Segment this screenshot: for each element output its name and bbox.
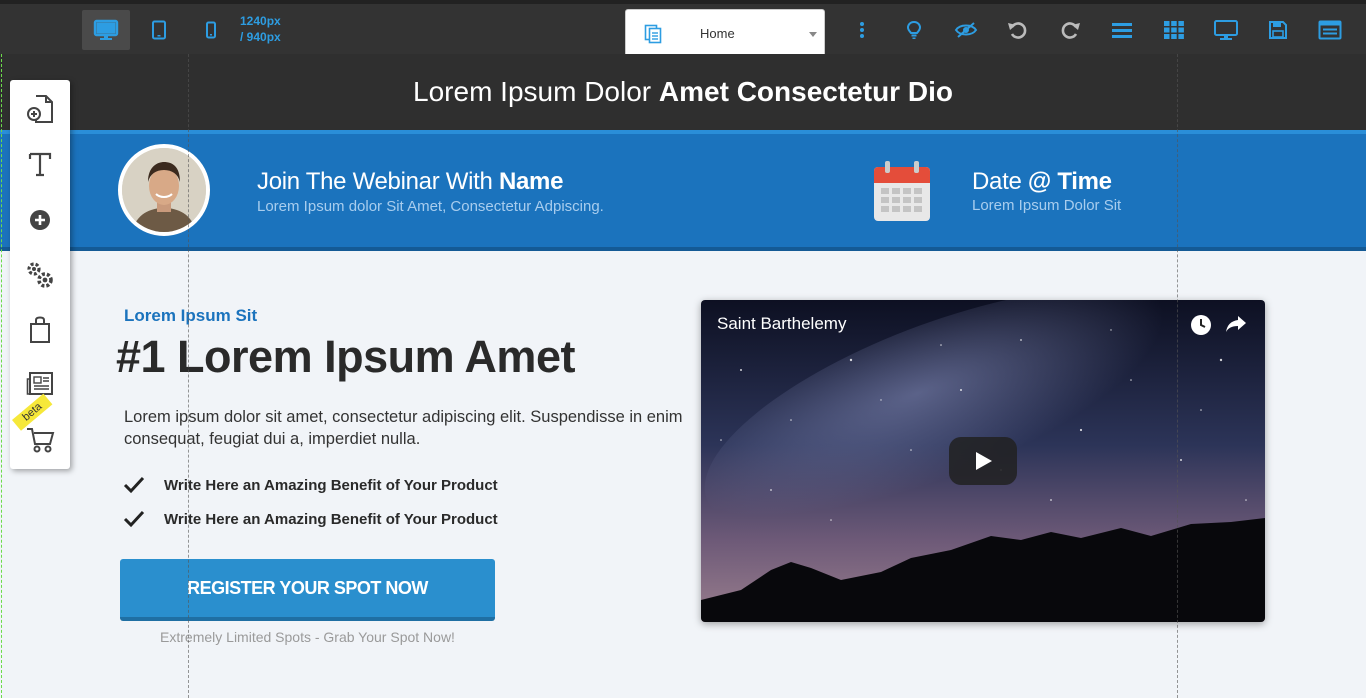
eyebrow-text[interactable]: Lorem Ipsum Sit — [124, 306, 257, 326]
hero-section[interactable]: Lorem Ipsum Sit #1 Lorem Ipsum Amet Lore… — [0, 251, 1366, 698]
headline-section[interactable]: Lorem Ipsum Dolor Amet Consectetur Dio — [0, 54, 1366, 130]
undo-button[interactable] — [994, 10, 1042, 50]
monitor-icon — [1214, 20, 1238, 40]
calendar-icon — [874, 161, 930, 221]
host-title[interactable]: Join The Webinar With Name — [257, 168, 563, 196]
page-select[interactable]: Home — [625, 9, 825, 57]
host-photo — [122, 148, 206, 232]
lightbulb-icon — [906, 20, 922, 39]
gears-icon — [27, 262, 53, 288]
date-subtitle[interactable]: Lorem Ipsum Dolor Sit — [972, 197, 1121, 214]
desktop-view-button[interactable] — [82, 10, 130, 50]
date-time: @ Time — [1027, 168, 1112, 195]
cart-icon — [27, 428, 55, 453]
column-guide-left — [188, 54, 189, 698]
redo-button[interactable] — [1046, 10, 1094, 50]
phone-icon — [206, 21, 216, 39]
editor-toolbar: 1240px / 940px Home — [0, 0, 1366, 57]
register-button[interactable]: REGISTER YOUR SPOT NOW — [120, 559, 495, 621]
benefit-item[interactable]: Write Here an Amazing Benefit of Your Pr… — [122, 508, 542, 530]
canvas-width: 1240px — [240, 14, 281, 28]
benefit-item[interactable]: Write Here an Amazing Benefit of Your Pr… — [122, 474, 542, 496]
vertical-dots-icon — [860, 22, 864, 38]
headline[interactable]: Lorem Ipsum Dolor Amet Consectetur Dio — [413, 76, 953, 108]
save-button[interactable] — [1254, 10, 1302, 50]
grid-icon — [1164, 21, 1184, 39]
page-add-icon — [27, 95, 53, 123]
share-icon[interactable] — [1225, 314, 1247, 334]
products-button[interactable] — [23, 313, 57, 347]
bag-icon — [30, 316, 50, 343]
webinar-info-bar[interactable]: Join The Webinar With Name Lorem Ipsum d… — [0, 130, 1366, 251]
body-text[interactable]: Lorem ipsum dolor sit amet, consectetur … — [124, 406, 684, 450]
text-icon — [28, 152, 52, 177]
sections-button[interactable] — [1098, 10, 1146, 50]
column-guide-right — [1177, 54, 1178, 698]
host-prefix: Join The Webinar With — [257, 168, 499, 195]
host-subtitle[interactable]: Lorem Ipsum dolor Sit Amet, Consectetur … — [257, 198, 604, 215]
eye-icon — [954, 22, 978, 38]
cta-note[interactable]: Extremely Limited Spots - Grab Your Spot… — [120, 629, 495, 645]
redo-icon — [1061, 22, 1080, 39]
newspaper-icon — [26, 372, 53, 395]
main-heading[interactable]: #1 Lorem Ipsum Amet — [116, 331, 575, 383]
mobile-view-button[interactable] — [187, 10, 235, 50]
chevron-down-icon — [809, 32, 817, 37]
checkmark-icon — [123, 510, 145, 528]
canvas-height: / 940px — [240, 30, 281, 44]
headline-bold: Amet Consectetur Dio — [658, 76, 953, 107]
plus-circle-icon — [30, 210, 50, 230]
tips-button[interactable] — [890, 10, 938, 50]
benefit-text: Write Here an Amazing Benefit of Your Pr… — [164, 476, 498, 494]
canvas-size-readout: 1240px / 940px — [240, 13, 281, 45]
play-icon — [976, 452, 992, 470]
tablet-icon — [152, 20, 166, 40]
add-element-button[interactable] — [23, 203, 57, 237]
clock-icon[interactable] — [1190, 314, 1212, 336]
headline-regular: Lorem Ipsum Dolor — [413, 76, 659, 107]
checkmark-icon — [123, 476, 145, 494]
cart-button[interactable] — [23, 423, 57, 457]
save-icon — [1269, 21, 1287, 39]
benefit-text: Write Here an Amazing Benefit of Your Pr… — [164, 510, 498, 528]
grid-button[interactable] — [1150, 10, 1198, 50]
date-title[interactable]: Date @ Time — [972, 168, 1112, 196]
add-page-button[interactable] — [23, 92, 57, 126]
page-select-value: Home — [700, 26, 735, 41]
browser-icon — [1318, 20, 1342, 40]
list-icon — [1112, 23, 1132, 38]
pages-icon — [644, 24, 662, 44]
settings-button[interactable] — [23, 258, 57, 292]
publish-button[interactable] — [1306, 10, 1354, 50]
more-options-button[interactable] — [838, 10, 886, 50]
video-title[interactable]: Saint Barthelemy — [717, 314, 846, 334]
desktop-preview-button[interactable] — [1202, 10, 1250, 50]
host-name: Name — [498, 168, 564, 195]
video-player[interactable]: Saint Barthelemy — [701, 300, 1265, 622]
preview-button[interactable] — [942, 10, 990, 50]
host-avatar[interactable] — [118, 144, 210, 236]
canvas-edge-guide — [1, 54, 2, 698]
tablet-view-button[interactable] — [135, 10, 183, 50]
undo-icon — [1008, 22, 1027, 39]
element-sidebar: beta — [10, 80, 70, 469]
play-button[interactable] — [949, 437, 1017, 485]
monitor-icon — [93, 19, 119, 40]
add-text-button[interactable] — [23, 147, 57, 181]
date-prefix: Date — [972, 168, 1028, 195]
